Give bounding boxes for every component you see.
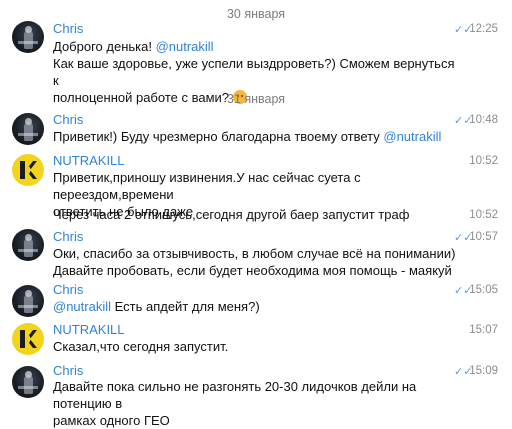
mention-link[interactable]: @nutrakill [156, 39, 214, 54]
sender-name[interactable]: NUTRAKILL [53, 322, 125, 337]
text-line: рамках одного ГЕО [53, 413, 170, 428]
message-time: 10:52 [469, 209, 498, 221]
avatar[interactable] [12, 229, 44, 261]
date-separator: 30 января [226, 7, 286, 21]
text-fragment: Доброго денька! [53, 39, 156, 54]
nutrakill-logo-icon[interactable] [12, 323, 44, 355]
k-logo-icon [20, 330, 37, 348]
message-text: Сказал,что сегодня запустит. [53, 339, 229, 354]
sender-name[interactable]: Chris [53, 21, 83, 36]
sender-name[interactable]: Chris [53, 363, 83, 378]
message-text: Оки, спасибо за отзывчивость, в любом сл… [53, 245, 463, 279]
avatar[interactable] [12, 285, 44, 317]
text-line: Оки, спасибо за отзывчивость, в любом сл… [53, 246, 456, 261]
avatar[interactable] [12, 21, 44, 53]
message-time: 15:09 [469, 365, 498, 377]
sender-name[interactable]: NUTRAKILL [53, 153, 125, 168]
text-line: Давайте пробовать, если будет необходима… [53, 263, 452, 278]
text-fragment: Есть апдейт для меня?) [111, 299, 260, 314]
message-time: 10:57 [469, 231, 498, 243]
text-fragment: Приветик!) Буду чрезмерно благодарна тво… [53, 129, 384, 144]
text-line: Как ваше здоровье, уже успели выздрровет… [53, 56, 455, 88]
message-text: Давайте пока сильно не разгонять 20-30 л… [53, 378, 463, 429]
avatar[interactable] [12, 113, 44, 145]
message-time: 12:25 [469, 23, 498, 35]
message-text: Приветик!) Буду чрезмерно благодарна тво… [53, 128, 463, 145]
message-time: 10:52 [469, 155, 498, 167]
text-line: Давайте пока сильно не разгонять 20-30 л… [53, 379, 417, 411]
mention-link[interactable]: @nutrakill [383, 129, 441, 144]
avatar[interactable] [12, 366, 44, 398]
sender-name[interactable]: Chris [53, 282, 83, 297]
nutrakill-logo-icon[interactable] [12, 154, 44, 186]
sender-name[interactable]: Chris [53, 112, 83, 127]
date-separator: 31 января [226, 92, 286, 106]
mention-link[interactable]: @nutrakill [53, 299, 111, 314]
k-logo-icon [20, 161, 37, 179]
sender-name[interactable]: Chris [53, 229, 83, 244]
text-line: Приветик,приношу извинения.У нас сейчас … [53, 170, 361, 202]
message-text: @nutrakill Есть апдейт для меня?) [53, 298, 463, 315]
message-text: Через часа 2 отпишусь,сегодня другой бае… [53, 207, 410, 222]
message-time: 15:07 [469, 324, 498, 336]
message-time: 15:05 [469, 284, 498, 296]
message-time: 10:48 [469, 114, 498, 126]
